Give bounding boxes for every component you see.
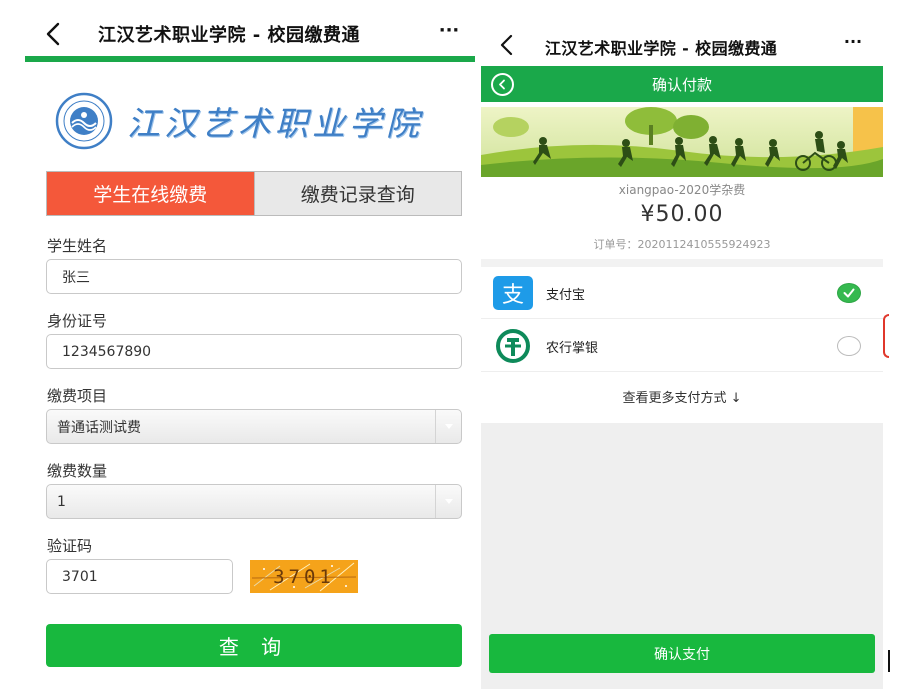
page-title: 江汉艺术职业学院 - 校园缴费通 <box>98 25 361 46</box>
header-divider <box>25 56 475 62</box>
id-number-label: 身份证号 <box>47 312 108 330</box>
alipay-icon: 支 <box>493 276 533 310</box>
order-name: xiangpao-2020学杂费 <box>618 183 746 197</box>
school-logo: 江汉艺术职业学院 <box>55 92 455 150</box>
query-button[interactable]: 查 询 <box>46 624 462 667</box>
radio-checked-icon[interactable] <box>837 283 861 303</box>
payment-method-abc-bank[interactable]: 农行掌银 <box>481 320 883 372</box>
order-number: 订单号：202011241055592492​3 <box>481 236 883 252</box>
confirm-payment-button[interactable]: 确认支付 <box>489 634 875 673</box>
quantity-select[interactable]: 1 <box>46 484 462 519</box>
svg-text:支: 支 <box>502 283 524 308</box>
school-name-logo-text: 江汉艺术职业学院 <box>127 104 423 143</box>
captcha-label: 验证码 <box>47 537 93 555</box>
payment-method-label: 支付宝 <box>546 288 586 303</box>
radio-unchecked-icon[interactable] <box>837 336 861 356</box>
more-icon[interactable]: ··· <box>841 33 865 55</box>
payment-item-value: 普通话测试费 <box>57 419 141 436</box>
student-name-input[interactable]: 张三 <box>46 259 462 294</box>
order-number-value: 202011241055592492​3 <box>637 238 771 251</box>
right-phone-screen: 江汉艺术职业学院 - 校园缴费通 ··· 确认付款 xiangpao-2020学… <box>481 0 883 689</box>
captcha-input[interactable]: 3701 <box>46 559 233 594</box>
left-phone-screen: 江汉艺术职业学院 - 校园缴费通 ··· 江汉艺术职业学院 学生在线缴费 缴费记… <box>0 0 475 689</box>
payment-method-label: 农行掌银 <box>546 341 599 356</box>
order-number-label: 订单号： <box>593 238 638 251</box>
captcha-code-text: 3701 <box>273 565 335 588</box>
quantity-label: 缴费数量 <box>47 462 108 480</box>
back-icon[interactable] <box>496 33 518 57</box>
left-nav-bar: 江汉艺术职业学院 - 校园缴费通 ··· <box>25 18 475 50</box>
sports-banner-image <box>481 107 883 177</box>
back-icon[interactable] <box>41 20 67 48</box>
payment-method-alipay[interactable]: 支 支付宝 <box>481 267 883 319</box>
payment-item-label: 缴费项目 <box>47 387 108 405</box>
text-cursor <box>888 650 890 672</box>
circle-back-icon[interactable] <box>491 73 514 96</box>
school-emblem-icon <box>55 92 113 150</box>
tab-online-payment[interactable]: 学生在线缴费 <box>47 172 254 215</box>
right-nav-bar: 江汉艺术职业学院 - 校园缴费通 ··· <box>481 30 883 60</box>
tab-bar: 学生在线缴费 缴费记录查询 <box>46 171 462 216</box>
quantity-value: 1 <box>57 493 66 510</box>
edge-red-indicator <box>883 314 889 358</box>
more-icon[interactable]: ··· <box>435 20 463 46</box>
confirm-payment-header: 确认付款 <box>481 66 883 102</box>
chevron-down-icon <box>435 410 461 443</box>
page-title: 江汉艺术职业学院 - 校园缴费通 <box>545 39 778 58</box>
header-title: 确认付款 <box>651 75 712 94</box>
tab-payment-records[interactable]: 缴费记录查询 <box>253 172 461 215</box>
more-payment-methods-link[interactable]: 查看更多支付方式 ↓ <box>481 387 883 406</box>
id-number-input[interactable]: 1234567890 <box>46 334 462 369</box>
chevron-down-icon <box>435 485 461 518</box>
student-name-label: 学生姓名 <box>47 237 108 255</box>
captcha-image[interactable]: 3701 <box>250 560 358 593</box>
order-amount: ¥50.00 <box>640 202 724 227</box>
abc-bank-icon <box>496 329 530 363</box>
payment-item-select[interactable]: 普通话测试费 <box>46 409 462 444</box>
section-divider <box>481 259 883 267</box>
